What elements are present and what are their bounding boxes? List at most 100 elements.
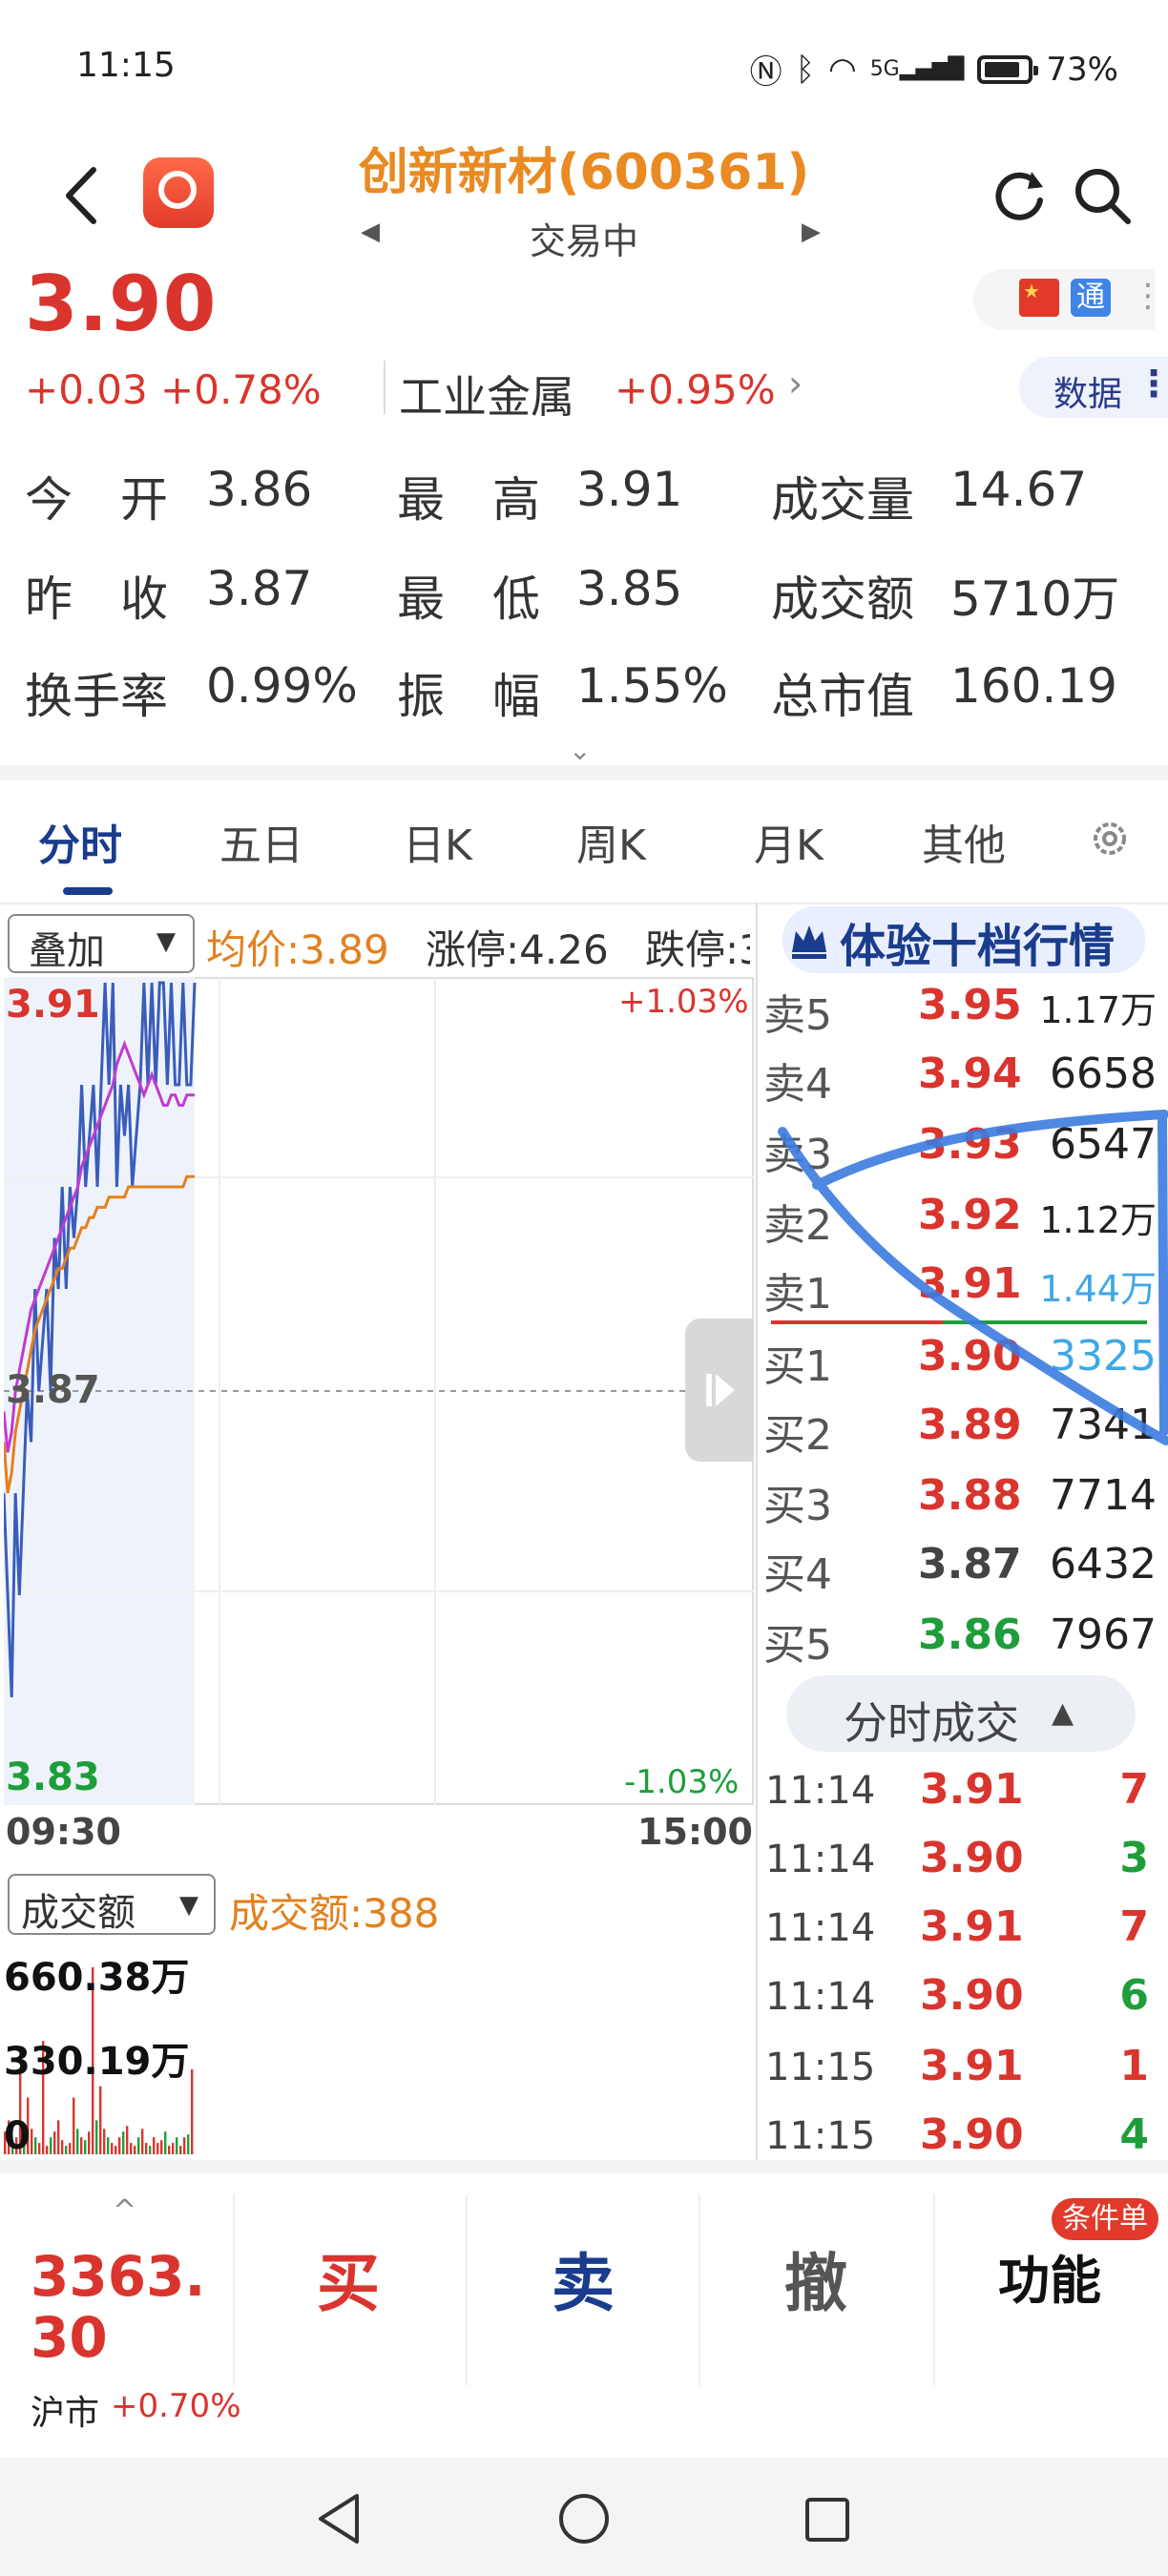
tab-other[interactable]: 其他 [922, 811, 1006, 872]
caret-up-icon[interactable]: ^ [113, 2194, 136, 2228]
bid-divider [943, 1320, 1147, 1324]
volume-indicator-label[interactable]: 成交额 [21, 1881, 136, 1937]
overlay-select-label[interactable]: 叠加 [29, 920, 105, 975]
volume-bar [61, 2140, 64, 2154]
functions-button[interactable]: 功能 [998, 2238, 1101, 2314]
order-book-price[interactable]: 3.88 [918, 1471, 1022, 1520]
badge-strip [973, 269, 1155, 330]
bluetooth-icon: ᛒ [795, 50, 816, 89]
expand-chevron-icon[interactable]: ⌄ [569, 735, 591, 766]
next-stock-arrow-icon[interactable]: ▶ [802, 218, 821, 246]
order-book-price[interactable]: 3.90 [918, 1332, 1022, 1381]
order-book-price[interactable]: 3.87 [918, 1540, 1022, 1589]
stock-connect-badge[interactable]: 通 [1071, 279, 1111, 317]
y-axis-high: 3.91 [6, 983, 100, 1027]
volume-bar [107, 2137, 110, 2154]
volume-bar [183, 2137, 186, 2154]
intraday-chart[interactable] [4, 977, 754, 1805]
divider [699, 2194, 700, 2385]
data-more-icon[interactable]: ⋮ [1136, 363, 1168, 405]
chevron-right-icon[interactable]: › [788, 363, 803, 405]
y-axis-mid: 3.87 [6, 1368, 100, 1412]
caret-down-icon[interactable]: ▼ [156, 927, 176, 956]
order-book-level-label: 买2 [763, 1411, 832, 1460]
volume-bar [172, 2143, 175, 2154]
volume-bar [168, 2146, 171, 2154]
order-book-price[interactable]: 3.92 [918, 1191, 1022, 1239]
divider [384, 361, 386, 414]
volume-bar [69, 2143, 72, 2154]
sell-button[interactable]: 卖 [552, 2233, 615, 2324]
wifi-icon: ◠ [828, 50, 857, 89]
order-book-price[interactable]: 3.95 [918, 981, 1022, 1029]
search-icon[interactable] [1071, 164, 1134, 227]
volume-bar [156, 2143, 159, 2154]
order-book-volume: 1.12万 [1039, 1199, 1157, 1241]
tick-price: 3.91 [920, 1902, 1024, 1951]
tab-monthly-k[interactable]: 月K [754, 811, 824, 872]
nav-home-icon[interactable] [557, 2492, 611, 2545]
tick-price: 3.90 [920, 1834, 1024, 1882]
sector-name[interactable]: 工业金属 [399, 363, 574, 426]
tab-weekly-k[interactable]: 周K [576, 811, 646, 872]
gear-icon[interactable] [1086, 815, 1134, 862]
index-value[interactable]: 3363.30 [31, 2246, 221, 2368]
order-book-price[interactable]: 3.86 [918, 1610, 1022, 1659]
tick-time: 11:15 [765, 2114, 876, 2158]
sector-change[interactable]: +0.95% [615, 366, 776, 413]
caret-down-icon[interactable]: ▼ [179, 1891, 198, 1920]
pct-axis-high: +1.03% [618, 983, 749, 1021]
market-cap-label: 总市值 [771, 669, 914, 724]
volume-bar [76, 2129, 79, 2154]
tab-daily-k[interactable]: 日K [403, 811, 472, 872]
limit-down: 跌停:3.48 [645, 926, 750, 973]
nav-recents-icon[interactable] [803, 2496, 851, 2544]
ask-divider [771, 1320, 943, 1324]
open-label: 今 开 [25, 472, 168, 528]
turnover-label: 成交额 [771, 571, 914, 627]
crown-icon [792, 925, 826, 959]
level10-banner-label[interactable]: 体验十档行情 [840, 908, 1115, 975]
amplitude-label: 振 幅 [397, 669, 540, 724]
cancel-order-button[interactable]: 撤 [784, 2233, 847, 2324]
caret-up-icon[interactable]: ▲ [1052, 1696, 1074, 1730]
nav-back-icon[interactable] [315, 2492, 363, 2545]
order-book-volume: 7341 [1050, 1401, 1157, 1449]
volume-bar [50, 2137, 52, 2154]
section-separator [0, 765, 1168, 780]
data-button-label[interactable]: 数据 [1053, 366, 1122, 416]
tick-volume: 7 [1119, 1902, 1149, 1951]
order-book-level-label: 买4 [763, 1550, 832, 1599]
conditional-order-badge[interactable]: 条件单 [1052, 2198, 1158, 2240]
status-bar: 11:15 Ⓝ ᛒ ◠ 5G▂▄▆█ 73% [0, 0, 1168, 134]
tab-intraday[interactable]: 分时 [38, 811, 122, 872]
tick-price: 3.90 [920, 2110, 1024, 2159]
buy-button[interactable]: 买 [317, 2233, 380, 2324]
order-book-level-label: 买1 [763, 1342, 832, 1391]
volume-bar [111, 2143, 114, 2154]
order-book-volume: 6658 [1050, 1049, 1157, 1098]
more-icon[interactable]: ⋮ [1132, 277, 1164, 315]
collapse-arrow-icon[interactable] [702, 1366, 740, 1414]
turnover-rate-label: 换手率 [25, 669, 168, 724]
x-axis-end: 15:00 [637, 1811, 753, 1853]
divider [933, 2194, 935, 2385]
volume-axis-max: 660.38万 [4, 1956, 190, 2000]
index-name[interactable]: 沪市 [31, 2385, 99, 2435]
ticks-toggle-label[interactable]: 分时成交 [844, 1689, 1019, 1752]
volume-bar [164, 2131, 167, 2154]
order-book-price[interactable]: 3.91 [918, 1259, 1022, 1308]
volume-bar [134, 2146, 136, 2154]
order-book-level-label: 卖1 [763, 1270, 832, 1319]
volume-bar [57, 2120, 60, 2154]
order-book-volume: 6432 [1050, 1540, 1157, 1589]
refresh-icon[interactable] [988, 164, 1051, 227]
price-change: +0.03 +0.78% [25, 366, 322, 413]
tab-five-day[interactable]: 五日 [219, 811, 303, 872]
order-book-price[interactable]: 3.94 [918, 1049, 1022, 1098]
index-change[interactable]: +0.70% [111, 2387, 241, 2425]
tick-time: 11:14 [765, 1769, 876, 1813]
order-book-price[interactable]: 3.93 [918, 1120, 1022, 1169]
volume-bar [34, 2137, 37, 2154]
order-book-price[interactable]: 3.89 [918, 1401, 1022, 1449]
